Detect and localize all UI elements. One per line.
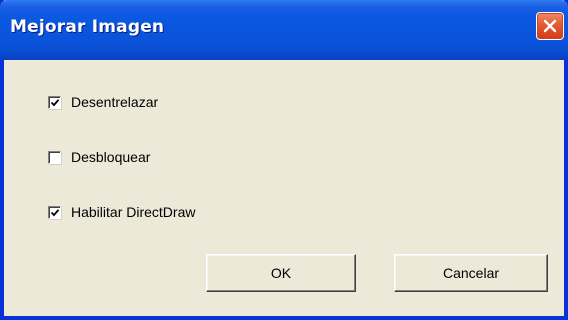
option-habilitar-directdraw[interactable]: Habilitar DirectDraw — [48, 204, 195, 220]
desentrelazar-label[interactable]: Desentrelazar — [71, 94, 158, 110]
desbloquear-checkbox[interactable] — [48, 150, 61, 164]
desentrelazar-checkbox[interactable] — [48, 95, 61, 109]
option-desbloquear[interactable]: Desbloquear — [48, 149, 150, 165]
dialog-content: Desentrelazar Desbloquear Habilitar Dire… — [4, 60, 564, 316]
title-bar[interactable]: Mejorar Imagen — [0, 0, 568, 60]
desbloquear-label[interactable]: Desbloquear — [71, 149, 150, 165]
cancel-button[interactable]: Cancelar — [394, 254, 548, 292]
checkmark-icon — [50, 208, 60, 216]
habilitar-directdraw-label[interactable]: Habilitar DirectDraw — [71, 204, 195, 220]
checkmark-icon — [50, 98, 60, 106]
window-title: Mejorar Imagen — [10, 17, 165, 37]
option-desentrelazar[interactable]: Desentrelazar — [48, 94, 158, 110]
habilitar-directdraw-checkbox[interactable] — [48, 205, 61, 219]
ok-button[interactable]: OK — [206, 254, 356, 292]
dialog-window: Mejorar Imagen Desentrelazar Desbloquear — [0, 0, 568, 320]
close-icon — [543, 19, 557, 33]
close-button[interactable] — [536, 12, 564, 40]
